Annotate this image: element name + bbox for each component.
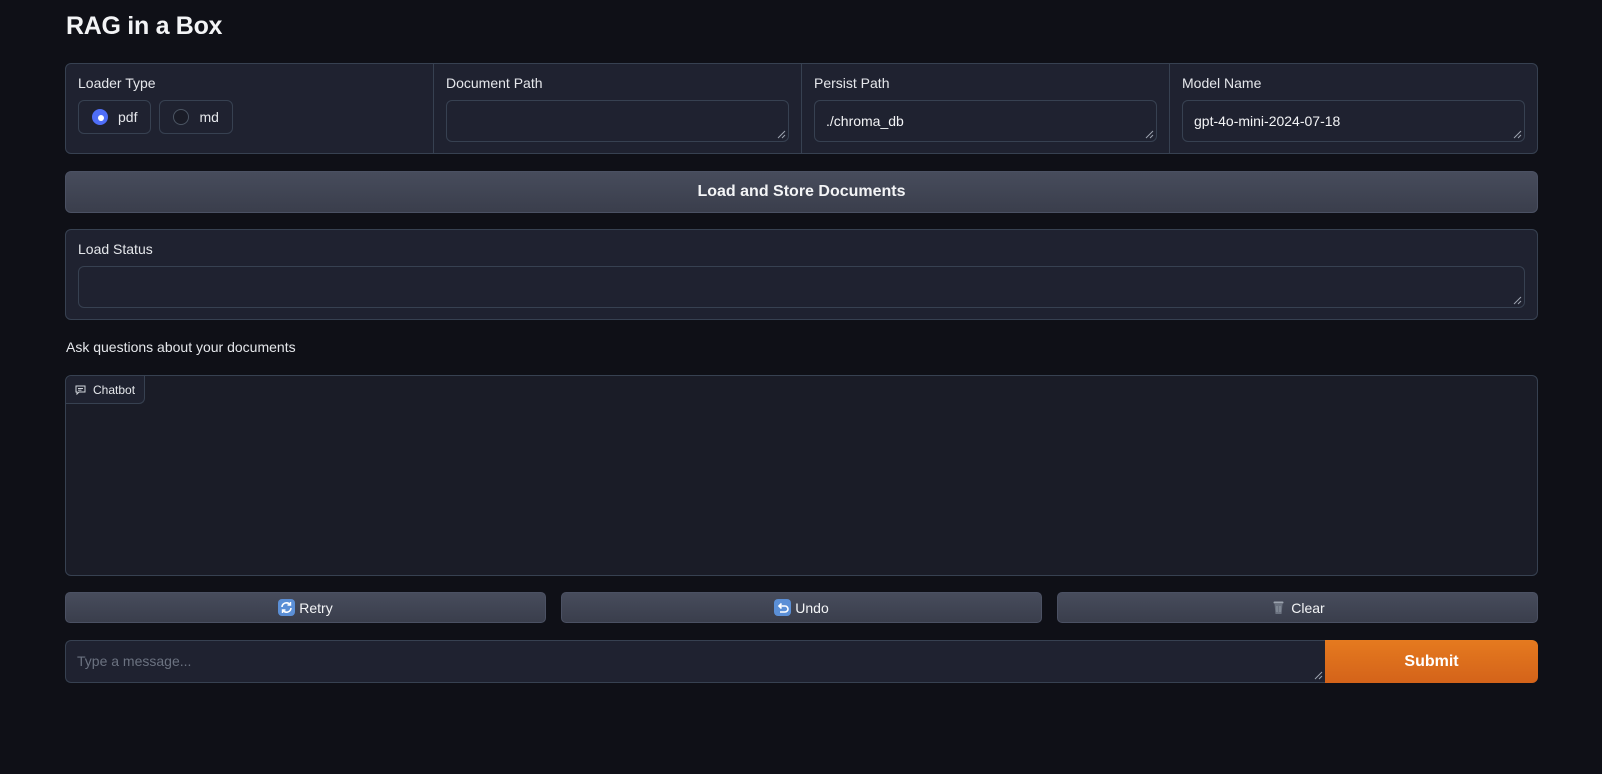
load-and-store-button[interactable]: Load and Store Documents	[65, 171, 1538, 213]
persist-path-group: Persist Path ./chroma_db	[802, 64, 1170, 153]
page-title: RAG in a Box	[66, 12, 223, 40]
loader-type-options: pdf md	[78, 100, 421, 134]
radio-option-md[interactable]: md	[159, 100, 233, 134]
resize-handle-icon[interactable]	[1314, 671, 1323, 680]
resize-handle-icon[interactable]	[1145, 130, 1154, 139]
resize-handle-icon[interactable]	[1513, 130, 1522, 139]
radio-checked-icon[interactable]	[92, 109, 108, 125]
model-name-label: Model Name	[1182, 75, 1262, 91]
model-name-group: Model Name gpt-4o-mini-2024-07-18	[1170, 64, 1537, 153]
message-row: Type a message... Submit	[65, 640, 1538, 683]
resize-handle-icon[interactable]	[1513, 296, 1522, 305]
load-status-label: Load Status	[78, 241, 153, 257]
load-status-panel: Load Status	[65, 229, 1538, 320]
persist-path-input[interactable]: ./chroma_db	[814, 100, 1157, 142]
undo-button[interactable]: Undo	[561, 592, 1042, 623]
loader-type-label: Loader Type	[78, 75, 156, 91]
undo-arrow-icon	[774, 599, 792, 616]
message-placeholder: Type a message...	[77, 653, 192, 669]
model-name-input[interactable]: gpt-4o-mini-2024-07-18	[1182, 100, 1525, 142]
radio-unchecked-icon[interactable]	[173, 109, 190, 125]
document-path-input[interactable]	[446, 100, 789, 142]
chat-heading: Ask questions about your documents	[66, 339, 296, 355]
load-status-output[interactable]	[78, 266, 1525, 308]
retry-label: Retry	[299, 599, 333, 616]
persist-path-value: ./chroma_db	[826, 113, 904, 129]
undo-label: Undo	[795, 599, 829, 616]
settings-row: Loader Type pdf md Document Path Persist…	[65, 63, 1538, 154]
retry-arrows-icon	[278, 599, 296, 616]
chatbot-label: Chatbot	[93, 382, 136, 397]
radio-option-label: pdf	[118, 109, 138, 125]
document-path-group: Document Path	[434, 64, 802, 153]
radio-option-pdf[interactable]: pdf	[78, 100, 152, 134]
persist-path-label: Persist Path	[814, 75, 890, 91]
chatbot-label-tab: Chatbot	[66, 376, 146, 404]
clear-button[interactable]: Clear	[1057, 592, 1538, 623]
document-path-label: Document Path	[446, 75, 543, 91]
radio-option-label: md	[199, 109, 219, 125]
clear-label: Clear	[1291, 599, 1325, 616]
model-name-value: gpt-4o-mini-2024-07-18	[1194, 113, 1341, 129]
retry-button[interactable]: Retry	[65, 592, 546, 623]
message-input[interactable]: Type a message...	[65, 640, 1325, 683]
chatbot-panel[interactable]: Chatbot	[65, 375, 1538, 576]
chat-bubble-icon	[75, 385, 86, 395]
resize-handle-icon[interactable]	[777, 130, 786, 139]
submit-button[interactable]: Submit	[1325, 640, 1538, 683]
loader-type-group: Loader Type pdf md	[66, 64, 434, 153]
trash-can-icon	[1270, 599, 1287, 616]
